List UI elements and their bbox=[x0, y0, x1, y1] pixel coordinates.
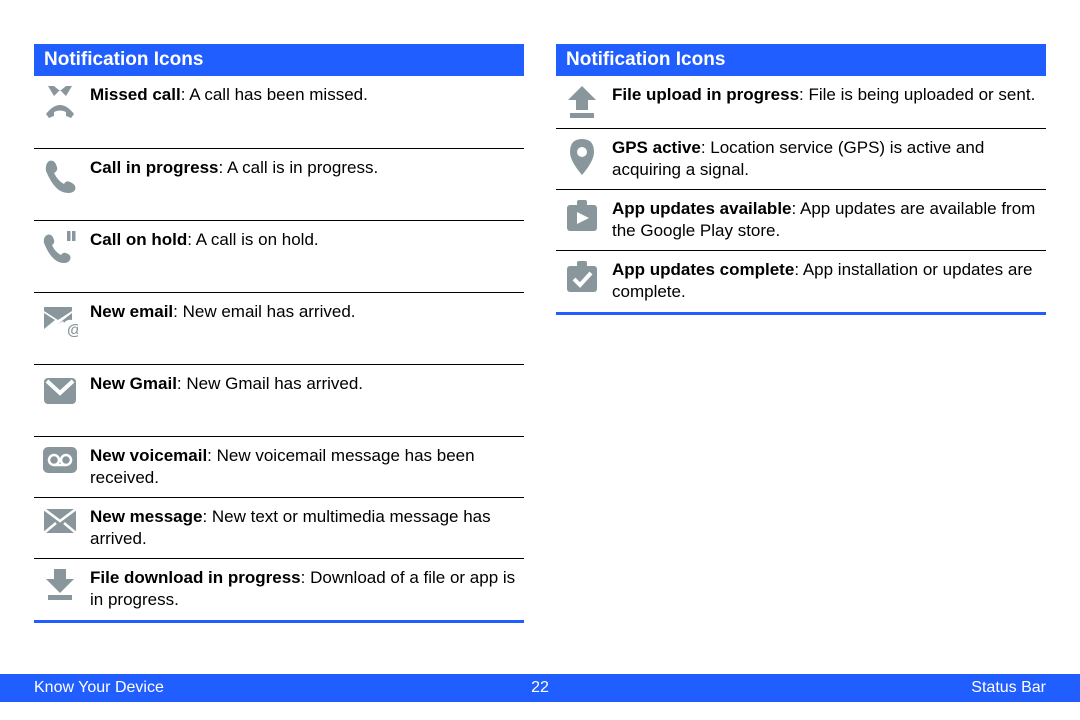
list-item: GPS active: Location service (GPS) is ac… bbox=[556, 128, 1046, 189]
left-column: Notification Icons Missed call: A call h… bbox=[34, 44, 524, 623]
item-text: Missed call: A call has been missed. bbox=[82, 84, 522, 106]
item-text: File download in progress: Download of a… bbox=[82, 567, 522, 611]
item-text: New voicemail: New voicemail message has… bbox=[82, 445, 522, 489]
item-text: GPS active: Location service (GPS) is ac… bbox=[604, 137, 1044, 181]
list-item: Missed call: A call has been missed. bbox=[34, 76, 524, 148]
play-store-icon bbox=[560, 198, 604, 234]
list-item: File download in progress: Download of a… bbox=[34, 558, 524, 619]
footer-left: Know Your Device bbox=[34, 679, 510, 697]
item-text: Call in progress: A call is in progress. bbox=[82, 157, 522, 179]
updates-complete-icon bbox=[560, 259, 604, 295]
list-item: New message: New text or multimedia mess… bbox=[34, 497, 524, 558]
list-item: App updates available: App updates are a… bbox=[556, 189, 1046, 250]
item-text: New Gmail: New Gmail has arrived. bbox=[82, 373, 522, 395]
page-footer: Know Your Device 22 Status Bar bbox=[0, 674, 1080, 702]
upload-icon bbox=[560, 84, 604, 120]
item-text: New email: New email has arrived. bbox=[82, 301, 522, 323]
list-item: @ New email: New email has arrived. bbox=[34, 292, 524, 364]
page-number: 22 bbox=[510, 679, 570, 697]
voicemail-icon bbox=[38, 445, 82, 475]
item-text: New message: New text or multimedia mess… bbox=[82, 506, 522, 550]
list-item: App updates complete: App installation o… bbox=[556, 250, 1046, 311]
item-text: File upload in progress: File is being u… bbox=[604, 84, 1044, 106]
missed-call-icon bbox=[38, 84, 82, 120]
call-progress-icon bbox=[38, 157, 82, 193]
gmail-icon bbox=[38, 373, 82, 409]
download-icon bbox=[38, 567, 82, 603]
item-text: App updates complete: App installation o… bbox=[604, 259, 1044, 303]
svg-text:@: @ bbox=[67, 322, 78, 337]
list-item: Call on hold: A call is on hold. bbox=[34, 220, 524, 292]
new-email-icon: @ bbox=[38, 301, 82, 337]
list-item: Call in progress: A call is in progress. bbox=[34, 148, 524, 220]
item-text: App updates available: App updates are a… bbox=[604, 198, 1044, 242]
list-item: New Gmail: New Gmail has arrived. bbox=[34, 364, 524, 436]
section-header-right: Notification Icons bbox=[556, 44, 1046, 76]
call-hold-icon bbox=[38, 229, 82, 265]
message-icon bbox=[38, 506, 82, 536]
footer-right: Status Bar bbox=[570, 679, 1046, 697]
gps-icon bbox=[560, 137, 604, 177]
right-column: Notification Icons File upload in progre… bbox=[556, 44, 1046, 623]
item-text: Call on hold: A call is on hold. bbox=[82, 229, 522, 251]
list-item: New voicemail: New voicemail message has… bbox=[34, 436, 524, 497]
section-header-left: Notification Icons bbox=[34, 44, 524, 76]
list-item: File upload in progress: File is being u… bbox=[556, 76, 1046, 128]
